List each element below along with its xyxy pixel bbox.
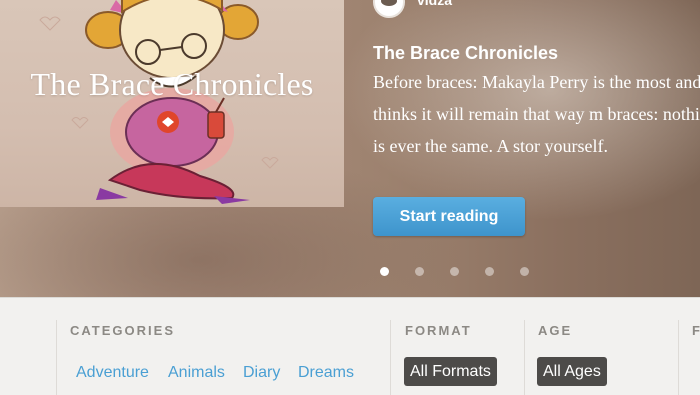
format-heading: FORMAT bbox=[405, 323, 472, 338]
author-name[interactable]: vidza bbox=[417, 0, 452, 8]
age-selected-pill[interactable]: All Ages bbox=[537, 357, 607, 386]
carousel-dot[interactable] bbox=[520, 267, 529, 276]
divider bbox=[56, 320, 57, 395]
divider bbox=[678, 320, 679, 395]
carousel-dot[interactable] bbox=[380, 267, 389, 276]
age-heading: AGE bbox=[538, 323, 573, 338]
category-adventure[interactable]: Adventure bbox=[76, 364, 149, 382]
category-diary[interactable]: Diary bbox=[243, 364, 280, 382]
cover-title: The Brace Chronicles bbox=[30, 66, 314, 102]
carousel-dot[interactable] bbox=[485, 267, 494, 276]
categories-heading: CATEGORIES bbox=[70, 323, 175, 338]
start-reading-button[interactable]: Start reading bbox=[373, 197, 525, 236]
fourth-filter-heading: F bbox=[692, 323, 700, 338]
carousel-dot[interactable] bbox=[415, 267, 424, 276]
category-dreams[interactable]: Dreams bbox=[298, 364, 354, 382]
format-selected-pill[interactable]: All Formats bbox=[404, 357, 497, 386]
category-animals[interactable]: Animals bbox=[168, 364, 225, 382]
carousel-pagination bbox=[380, 267, 529, 276]
cover-illustration bbox=[39, 0, 279, 204]
book-description: Before braces: Makayla Perry is the most… bbox=[373, 72, 700, 156]
featured-book-hero: The Brace Chronicles vidza The Brace Chr… bbox=[0, 0, 700, 297]
filter-bar: CATEGORIES Adventure Animals Diary Dream… bbox=[0, 297, 700, 395]
divider bbox=[390, 320, 391, 395]
carousel-dot[interactable] bbox=[450, 267, 459, 276]
book-cover[interactable]: The Brace Chronicles bbox=[0, 0, 344, 207]
book-title[interactable]: The Brace Chronicles bbox=[373, 43, 558, 64]
divider bbox=[524, 320, 525, 395]
